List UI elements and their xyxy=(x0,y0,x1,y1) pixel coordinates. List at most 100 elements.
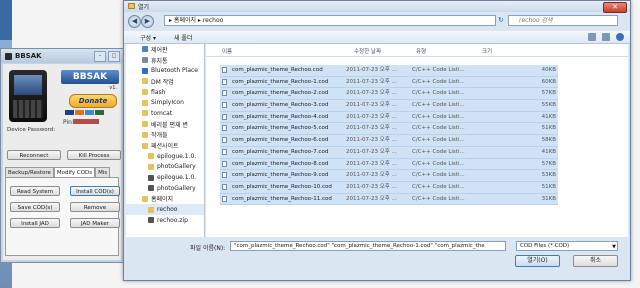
back-arrow-icon[interactable]: ◀ xyxy=(128,15,141,28)
file-name: com_plazmic_theme_Rechoo-4.cod xyxy=(232,113,329,120)
file-row[interactable]: com_plazmic_theme_Rechoo-11.cod 2011-07-2… xyxy=(220,193,558,206)
file-size: 41KB xyxy=(541,148,556,155)
jad-maker-button[interactable]: JAD Maker xyxy=(70,218,120,228)
nav-item[interactable]: 패션사이트 xyxy=(126,140,204,151)
nav-item[interactable]: photoGallery xyxy=(126,183,204,194)
nav-item[interactable]: photoGallery xyxy=(126,162,204,173)
folder-icon xyxy=(142,195,148,202)
filetype-select[interactable]: COD Files (*.COD) ▼ xyxy=(516,241,618,251)
file-row[interactable]: com_plazmic_theme_Rechoo-10.cod 2011-07-2… xyxy=(220,181,558,194)
donate-button[interactable]: Donate xyxy=(69,94,117,108)
file-name: com_plazmic_theme_Rechoo-2.cod xyxy=(232,90,329,97)
file-row[interactable]: com_plazmic_theme_Rechoo-6.cod 2011-07-23… xyxy=(220,135,558,147)
nav-item-label: DM 작업 xyxy=(151,78,174,86)
nav-item[interactable]: flash xyxy=(126,87,204,98)
nav-item[interactable]: tomcat xyxy=(126,108,204,119)
address-bar[interactable]: ▸ 홈페이지 ▸ rechoo xyxy=(164,15,496,26)
file-row[interactable]: com_plazmic_theme_Rechoo-7.cod 2011-07-23… xyxy=(220,146,558,159)
organize-menu[interactable]: 구성 ▾ xyxy=(140,33,156,42)
search-input[interactable]: rechoo 검색 xyxy=(508,15,618,26)
bbsak-title: BBSAK xyxy=(15,52,42,60)
file-type: C/C++ Code Listi... xyxy=(412,137,465,144)
new-folder-button[interactable]: 새 폴더 xyxy=(174,33,192,42)
file-row[interactable]: com_plazmic_theme_Rechoo-1.cod 2011-07-23… xyxy=(220,76,558,89)
file-type: C/C++ Code Listi... xyxy=(412,172,465,179)
column-date[interactable]: 수정한 날짜 xyxy=(354,47,381,55)
column-name[interactable]: 이름 xyxy=(222,47,232,55)
folder-icon xyxy=(148,206,154,213)
version-label: v1. xyxy=(109,85,117,91)
filename-label: 파일 이름(N): xyxy=(190,245,226,252)
forward-arrow-icon[interactable]: ▶ xyxy=(141,15,154,28)
file-name: com_plazmic_theme_Rechoo-10.cod xyxy=(232,183,332,190)
nav-item[interactable]: SimplyIcon xyxy=(126,97,204,108)
folder-icon xyxy=(142,89,148,96)
minimize-button[interactable]: – xyxy=(94,51,106,62)
nav-item[interactable]: 작개들 xyxy=(126,130,204,141)
dialog-bottom: 파일 이름(N): "com_plazmic_theme_Rechoo.cod"… xyxy=(124,238,630,280)
open-button[interactable]: 열기(O) xyxy=(515,255,560,267)
close-button[interactable]: ✕ xyxy=(603,2,627,13)
phone-screen xyxy=(14,75,42,95)
filename-input[interactable]: "com_plazmic_theme_Rechoo.cod" "com_plaz… xyxy=(230,241,506,251)
nav-item[interactable]: Bluetooth Place xyxy=(126,65,204,76)
nav-item[interactable]: rechoo.zip xyxy=(126,215,204,226)
nav-item[interactable]: 베리블 편재 변 xyxy=(126,119,204,130)
folder-icon xyxy=(148,153,154,160)
file-row[interactable]: com_plazmic_theme_Rechoo-9.cod 2011-07-23… xyxy=(220,170,558,182)
file-type: C/C++ Code Listi... xyxy=(412,125,465,132)
bbsak-window-controls: – □ xyxy=(94,51,120,62)
open-file-dialog: 열기 ✕ ◀ ▶ ▸ 홈페이지 ▸ rechoo ↻ rechoo 검색 구성 … xyxy=(123,0,631,281)
file-row[interactable]: com_plazmic_theme_Rechoo-3.cod 2011-07-23… xyxy=(220,100,558,112)
reconnect-button[interactable]: Reconnect xyxy=(7,150,61,160)
cancel-button[interactable]: 취소 xyxy=(573,255,618,267)
file-type: C/C++ Code Listi... xyxy=(412,195,465,202)
read-system-button[interactable]: Read System xyxy=(10,186,60,196)
preview-pane-icon[interactable] xyxy=(602,33,610,41)
nav-item-label: 패션사이트 xyxy=(151,143,179,151)
file-icon xyxy=(222,102,227,109)
file-icon xyxy=(222,78,227,85)
refresh-icon[interactable]: ↻ xyxy=(498,16,504,24)
file-row[interactable]: com_plazmic_theme_Rechoo-8.cod 2011-07-23… xyxy=(220,158,558,171)
tab-misc[interactable]: Mis xyxy=(95,167,111,177)
file-size: 57KB xyxy=(541,90,556,97)
maximize-button[interactable]: □ xyxy=(108,51,120,62)
install-cods-button[interactable]: Install COD(s) xyxy=(70,186,120,196)
column-size[interactable]: 크기 xyxy=(482,47,492,55)
file-row[interactable]: com_plazmic_theme_Rechoo-5.cod 2011-07-23… xyxy=(220,123,558,136)
phone-keyboard xyxy=(13,100,43,118)
file-type: C/C++ Code Listi... xyxy=(412,90,465,97)
kill-process-button[interactable]: Kill Process xyxy=(67,150,121,160)
tab-backup-restore[interactable]: Backup/Restore xyxy=(5,167,54,177)
nav-item[interactable]: epilogue.1.0. xyxy=(126,172,204,183)
nav-item[interactable]: epilogue.1.0. xyxy=(126,151,204,162)
nav-item-label: 제어판 xyxy=(151,46,168,54)
file-row[interactable]: com_plazmic_theme_Rechoo-4.cod 2011-07-23… xyxy=(220,111,558,124)
view-icon[interactable] xyxy=(588,33,596,41)
save-cods-button[interactable]: Save COD(s) xyxy=(10,202,60,212)
file-icon xyxy=(222,67,227,73)
remove-button[interactable]: Remove xyxy=(70,202,120,212)
tab-modify-cods[interactable]: Modify CODs xyxy=(53,167,96,177)
file-row[interactable]: com_plazmic_theme_Rechoo-2.cod 2011-07-23… xyxy=(220,88,558,101)
file-icon xyxy=(222,172,227,179)
chevron-down-icon: ▼ xyxy=(612,244,616,250)
nav-item[interactable]: 휴지통 xyxy=(126,55,204,66)
nav-item[interactable]: DM 작업 xyxy=(126,76,204,87)
nav-item[interactable]: rechoo xyxy=(126,204,204,215)
nav-item[interactable]: 홈페이지 xyxy=(126,194,204,205)
payment-card-icons xyxy=(65,110,104,115)
file-size: 51KB xyxy=(541,125,556,132)
help-icon[interactable] xyxy=(616,33,624,41)
nav-item-label: epilogue.1.0. xyxy=(157,174,197,182)
file-icon xyxy=(222,90,227,97)
column-type[interactable]: 유형 xyxy=(416,47,426,55)
folder-icon xyxy=(148,163,154,170)
file-rows: com_plazmic_theme_Rechoo.cod 2011-07-23 오… xyxy=(220,65,558,206)
install-jad-button[interactable]: Install JAD xyxy=(10,218,60,228)
file-row[interactable]: com_plazmic_theme_Rechoo.cod 2011-07-23 오… xyxy=(220,65,558,77)
folder-icon xyxy=(142,99,148,106)
nav-item[interactable]: 제어판 xyxy=(126,44,204,55)
toolbar-right-icons xyxy=(588,33,624,41)
